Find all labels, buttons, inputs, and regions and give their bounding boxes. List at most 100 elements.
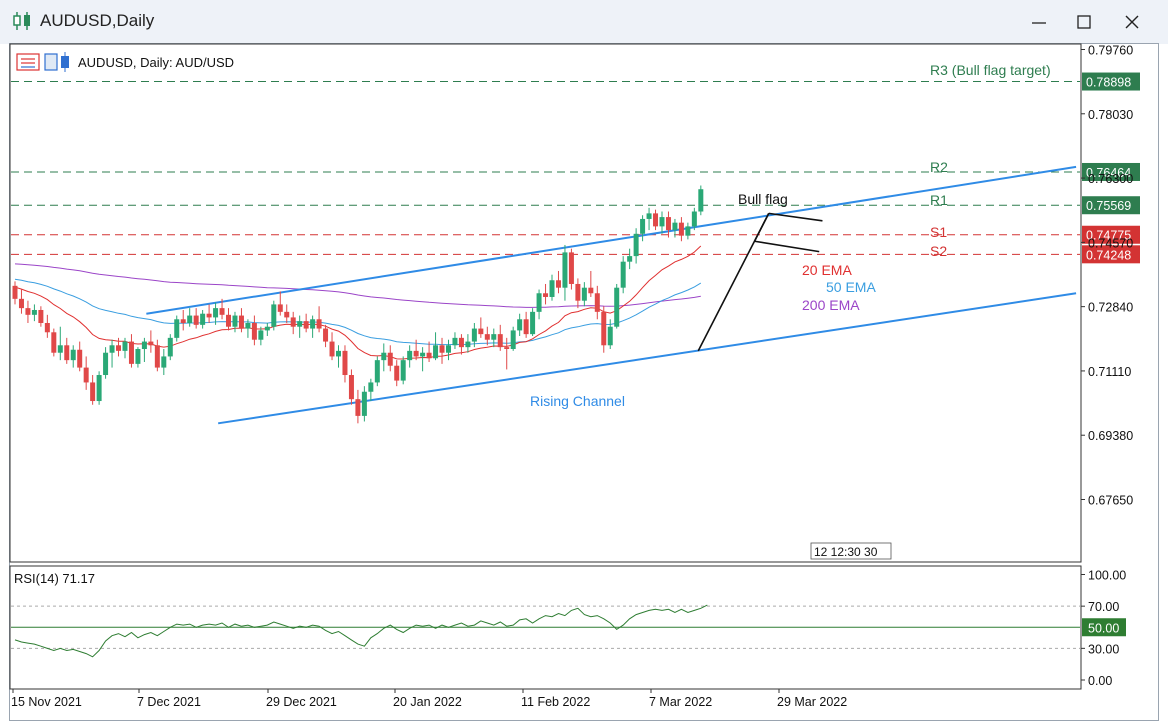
candle-body [530, 311, 536, 335]
candle-body [277, 304, 283, 312]
candle-body [484, 334, 490, 340]
candle-body [232, 315, 238, 327]
candle-body [316, 319, 322, 329]
rising-channel-label: Rising Channel [530, 393, 625, 409]
candle-body [387, 352, 393, 366]
candle-body [504, 347, 510, 350]
candle-body [698, 189, 704, 212]
price-tag-label: 0.74248 [1086, 248, 1131, 262]
candle-body [103, 352, 109, 376]
candle-body [665, 217, 671, 231]
candle-body [148, 341, 154, 346]
candle-body [141, 341, 147, 350]
candle-body [439, 345, 445, 353]
candle-body [452, 337, 458, 346]
candle-body [116, 345, 122, 351]
candle-body [523, 319, 529, 335]
y-tick-label: 0.76300 [1088, 172, 1133, 186]
candle-body [154, 345, 160, 368]
candle-body [627, 256, 633, 262]
price-tag-label: 0.78898 [1086, 76, 1131, 90]
s1-label: S1 [930, 224, 947, 240]
candle-body [12, 285, 18, 299]
candle-body [594, 293, 600, 312]
candle-body [562, 252, 568, 288]
ema20-label: 20 EMA [802, 262, 852, 278]
candle-body [238, 315, 244, 329]
candle-body [588, 287, 594, 294]
candle-body [258, 330, 264, 340]
candle-body [614, 287, 620, 327]
candle-body [290, 317, 296, 327]
bull-flag-label: Bull flag [738, 191, 788, 207]
candle-body [284, 311, 290, 318]
candle-body [355, 399, 361, 416]
candle-body [323, 328, 329, 342]
rsi-tick-label: 30.00 [1088, 642, 1119, 656]
candle-body [607, 326, 613, 346]
candle-body [601, 311, 607, 346]
candle-body [581, 287, 587, 301]
y-tick-label: 0.72840 [1088, 301, 1133, 315]
rsi-tick-label: 0.00 [1088, 674, 1112, 688]
chart-type-icon[interactable] [16, 53, 40, 71]
candle-body [226, 314, 232, 327]
s2-label: S2 [930, 243, 947, 259]
candle-body [478, 328, 484, 335]
candle-body [400, 360, 406, 381]
candle-body [297, 321, 303, 327]
candle-body [426, 352, 432, 359]
candle-body [187, 315, 193, 323]
rsi-tick-label: 50.00 [1088, 621, 1119, 635]
candle-body [620, 261, 626, 288]
candle-body [161, 356, 167, 368]
candle-body [374, 360, 380, 383]
candle-body [174, 319, 180, 338]
candle-body [348, 375, 354, 400]
x-tick-label: 29 Mar 2022 [777, 695, 847, 709]
candle-body [433, 345, 439, 359]
candle-body [465, 341, 471, 348]
candle-body [368, 382, 374, 392]
candle-body [640, 218, 646, 234]
symbol-label: AUDUSD, Daily: AUD/USD [78, 55, 234, 70]
candle-body [310, 319, 316, 329]
candle-body [646, 213, 652, 219]
candle-body [31, 309, 37, 315]
candle-body [193, 315, 199, 325]
candle-body [420, 352, 426, 357]
candle-body [180, 319, 186, 323]
x-tick-label: 7 Mar 2022 [649, 695, 712, 709]
candle-body [678, 222, 684, 236]
x-tick-label: 7 Dec 2021 [137, 695, 201, 709]
candle-body [691, 211, 697, 227]
rsi-tick-label: 70.00 [1088, 600, 1119, 614]
price-chart[interactable]: 0.788980.764640.755690.747750.74248 0.79… [0, 0, 1168, 724]
candle-body [83, 367, 89, 383]
y-tick-label: 0.69380 [1088, 429, 1133, 443]
candle-body [200, 313, 206, 325]
candle-body [206, 313, 212, 318]
chart-properties-icon[interactable] [44, 52, 69, 72]
candle-body [471, 328, 477, 342]
rsi-title: RSI(14) 71.17 [14, 571, 95, 586]
candle-body [407, 350, 413, 361]
candle-body [303, 321, 309, 329]
candle-body [361, 391, 367, 416]
ema50-label: 50 EMA [826, 279, 876, 295]
candle-body [568, 252, 574, 284]
r2-label: R2 [930, 159, 948, 175]
candle-body [549, 280, 555, 297]
candle-body [510, 330, 516, 350]
candle-body [575, 283, 581, 301]
candle-body [96, 375, 102, 402]
candle-body [25, 308, 31, 315]
candle-body [394, 365, 400, 381]
candle-body [251, 322, 257, 340]
candle-body [18, 298, 24, 309]
candle-body [38, 309, 44, 323]
y-tick-label: 0.67650 [1088, 494, 1133, 508]
candle-body [685, 226, 691, 236]
candle-body [491, 334, 497, 340]
x-tick-label: 15 Nov 2021 [11, 695, 82, 709]
